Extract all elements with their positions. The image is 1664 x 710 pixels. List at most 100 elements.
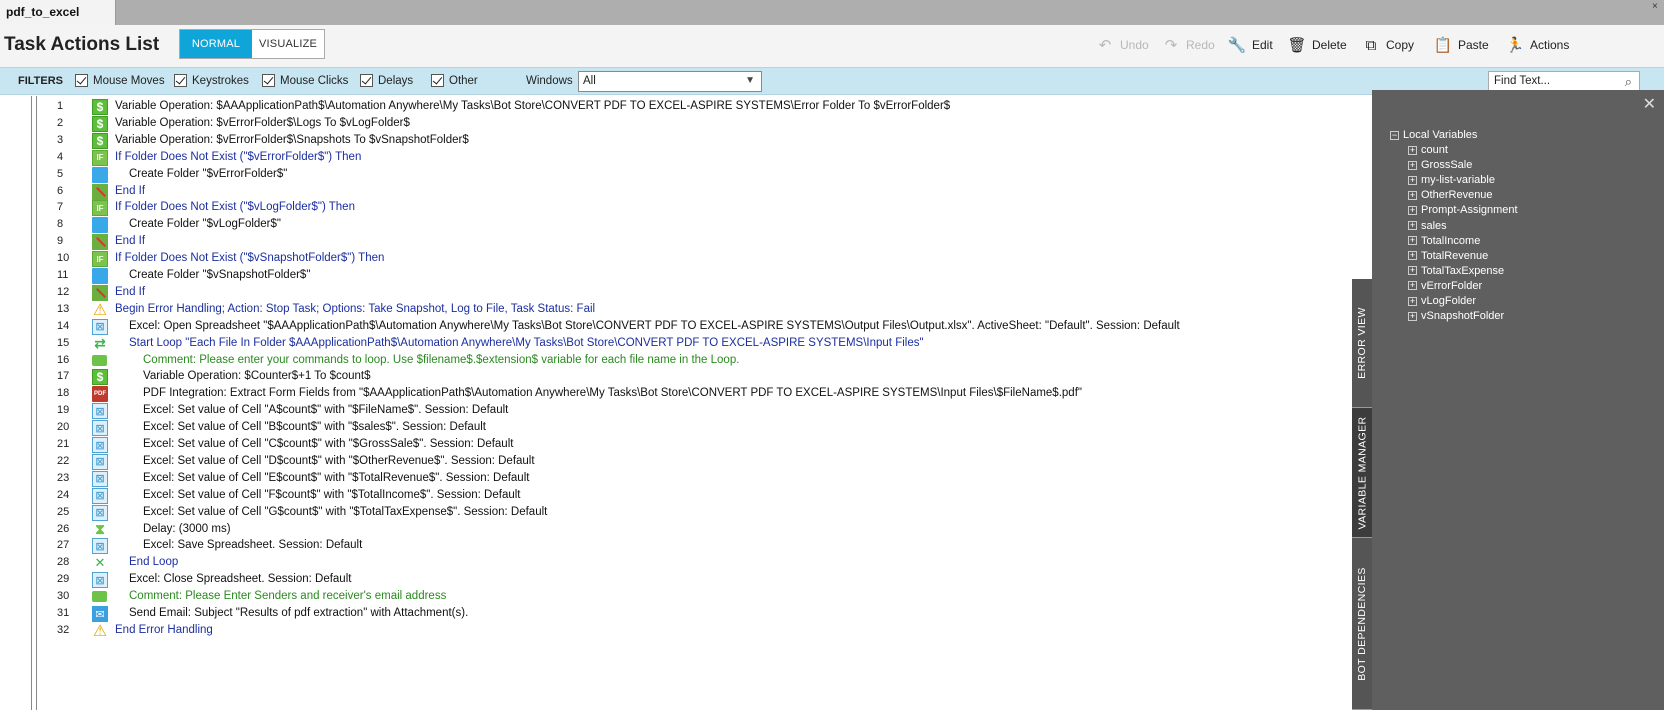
action-row[interactable]: 17 $ Variable Operation: $Counter$+1 To $c… — [0, 368, 1440, 386]
collapse-icon[interactable]: − — [1390, 130, 1399, 140]
filter-keystrokes[interactable]: Keystrokes — [174, 74, 249, 87]
variable-node[interactable]: + vErrorFolder — [1408, 280, 1482, 292]
tab-label: pdf_to_excel — [6, 5, 80, 19]
close-tab-icon[interactable]: × — [1652, 1, 1658, 12]
filter-label: Delays — [378, 74, 414, 87]
action-row[interactable]: 13 ⚠ Begin Error Handling; Action: Stop Ta… — [0, 301, 1440, 319]
local-variables-node[interactable]: − Local Variables — [1390, 129, 1477, 141]
filter-other[interactable]: Other — [431, 74, 478, 87]
line-number: 5 — [57, 167, 64, 180]
action-text: Send Email: Subject "Results of pdf extr… — [129, 607, 469, 619]
action-row[interactable]: 19 ⊠ Excel: Set value of Cell "A$count$" w… — [0, 402, 1440, 420]
normal-mode-button[interactable]: NORMAL — [180, 30, 252, 58]
action-text: Comment: Please Enter Senders and receiv… — [129, 590, 447, 603]
action-row[interactable]: 15 ⇄ Start Loop "Each File In Folder $AAAp… — [0, 335, 1440, 353]
action-row[interactable]: 25 ⊠ Excel: Set value of Cell "G$count$" w… — [0, 504, 1440, 522]
filter-delays[interactable]: Delays — [360, 74, 413, 87]
action-row[interactable]: 11 Create Folder "$vSnapshotFolder$" — [0, 267, 1440, 285]
expand-icon[interactable]: + — [1408, 190, 1417, 200]
action-row[interactable]: 21 ⊠ Excel: Set value of Cell "C$count$" w… — [0, 436, 1440, 454]
expand-icon[interactable]: + — [1408, 205, 1417, 215]
action-row[interactable]: 3 $ Variable Operation: $vErrorFolder$\Sna… — [0, 132, 1440, 150]
action-row[interactable]: 23 ⊠ Excel: Set value of Cell "E$count$" w… — [0, 470, 1440, 488]
tab-variable-manager[interactable]: VARIABLE MANAGER — [1352, 408, 1372, 538]
action-row[interactable]: 6 End If — [0, 183, 1440, 201]
action-text: Variable Operation: $Counter$+1 To $coun… — [143, 370, 371, 383]
action-row[interactable]: 32 ⚠ End Error Handling — [0, 622, 1440, 640]
variable-node[interactable]: + GrossSale — [1408, 159, 1472, 171]
action-row[interactable]: 18 PDF PDF Integration: Extract Form Field… — [0, 385, 1440, 403]
line-number: 26 — [57, 522, 70, 535]
warning-icon: ⚠ — [92, 301, 108, 319]
variable-node[interactable]: + OtherRevenue — [1408, 189, 1493, 201]
action-row[interactable]: 10 IF If Folder Does Not Exist ("$vSnapsho… — [0, 250, 1440, 268]
action-row[interactable]: 12 End If — [0, 284, 1440, 302]
find-text-input[interactable]: Find Text... ⌕ — [1488, 71, 1640, 92]
action-row[interactable]: 8 Create Folder "$vLogFolder$" — [0, 216, 1440, 234]
redo-button[interactable]: ↷ Redo — [1162, 37, 1215, 54]
variable-node[interactable]: + Prompt-Assignment — [1408, 204, 1518, 216]
variable-node[interactable]: + TotalTaxExpense — [1408, 265, 1504, 277]
expand-icon[interactable]: + — [1408, 175, 1417, 185]
action-row[interactable]: 31 ✉ Send Email: Subject "Results of pdf e… — [0, 605, 1440, 623]
action-text: PDF Integration: Extract Form Fields fro… — [143, 387, 1082, 400]
action-text: If Folder Does Not Exist ("$vErrorFolder… — [115, 150, 362, 163]
visualize-mode-button[interactable]: VISUALIZE — [252, 30, 324, 58]
end-if-icon — [92, 183, 108, 200]
action-row[interactable]: 14 ⊠ Excel: Open Spreadsheet "$AAApplicati… — [0, 318, 1440, 336]
undo-button[interactable]: ↶ Undo — [1096, 37, 1149, 54]
end-if-icon — [92, 234, 108, 251]
action-row[interactable]: 22 ⊠ Excel: Set value of Cell "D$count$" w… — [0, 453, 1440, 471]
line-number: 23 — [57, 471, 70, 484]
tab-error-view[interactable]: ERROR VIEW — [1352, 279, 1372, 408]
action-row[interactable]: 16 Comment: Please enter your commands to… — [0, 352, 1440, 370]
variable-node[interactable]: + sales — [1408, 220, 1447, 232]
variable-label: GrossSale — [1421, 159, 1473, 172]
action-row[interactable]: 7 IF If Folder Does Not Exist ("$vLogFolde… — [0, 199, 1440, 217]
close-icon[interactable]: ✕ — [1643, 94, 1656, 114]
side-tab-label: VARIABLE MANAGER — [1356, 416, 1369, 529]
action-row[interactable]: 28 ✕ End Loop — [0, 554, 1440, 572]
copy-button[interactable]: ⧉ Copy — [1362, 37, 1414, 54]
find-text-placeholder: Find Text... — [1494, 75, 1551, 87]
action-row[interactable]: 4 IF If Folder Does Not Exist ("$vErrorFol… — [0, 149, 1440, 167]
action-row[interactable]: 30 Comment: Please Enter Senders and rece… — [0, 588, 1440, 606]
delete-button[interactable]: 🗑 Delete — [1287, 37, 1346, 54]
title-bar: Task Actions List NORMAL VISUALIZE ↶ Und… — [0, 25, 1664, 67]
action-row[interactable]: 29 ⊠ Excel: Close Spreadsheet. Session: De… — [0, 571, 1440, 589]
expand-icon[interactable]: + — [1408, 236, 1417, 246]
expand-icon[interactable]: + — [1408, 311, 1417, 321]
variable-node[interactable]: + count — [1408, 144, 1448, 156]
expand-icon[interactable]: + — [1408, 296, 1417, 306]
folder-icon — [92, 166, 108, 183]
variable-node[interactable]: + TotalIncome — [1408, 235, 1480, 247]
tab-pdf-to-excel[interactable]: pdf_to_excel — [0, 0, 116, 25]
action-row[interactable]: 2 $ Variable Operation: $vErrorFolder$\Log… — [0, 115, 1440, 133]
action-row[interactable]: 27 ⊠ Excel: Save Spreadsheet. Session: Def… — [0, 537, 1440, 555]
expand-icon[interactable]: + — [1408, 266, 1417, 276]
expand-icon[interactable]: + — [1408, 281, 1417, 291]
expand-icon[interactable]: + — [1408, 251, 1417, 261]
tab-bot-dependencies[interactable]: BOT DEPENDENCIES — [1352, 538, 1372, 710]
action-text: End If — [115, 285, 146, 298]
action-row[interactable]: 26 ⧗ Delay: (3000 ms) — [0, 521, 1440, 539]
action-row[interactable]: 1 $ Variable Operation: $AAApplicationPath… — [0, 98, 1440, 116]
windows-select[interactable]: All ▼ — [578, 71, 762, 92]
expand-icon[interactable]: + — [1408, 221, 1417, 230]
expand-icon[interactable]: + — [1408, 145, 1417, 155]
filter-mouse-moves[interactable]: Mouse Moves — [75, 74, 165, 87]
variable-node[interactable]: + vLogFolder — [1408, 295, 1476, 307]
filter-mouse-clicks[interactable]: Mouse Clicks — [262, 74, 348, 87]
variable-node[interactable]: + TotalRevenue — [1408, 250, 1488, 262]
edit-button[interactable]: 🔧 Edit — [1228, 37, 1273, 54]
action-row[interactable]: 9 End If — [0, 233, 1440, 251]
action-row[interactable]: 5 Create Folder "$vErrorFolder$" — [0, 166, 1440, 184]
expand-icon[interactable]: + — [1408, 160, 1417, 170]
variable-node[interactable]: + vSnapshotFolder — [1408, 310, 1504, 322]
paste-button[interactable]: 📋 Paste — [1434, 37, 1489, 54]
side-tab-label: BOT DEPENDENCIES — [1356, 566, 1369, 681]
action-row[interactable]: 24 ⊠ Excel: Set value of Cell "F$count$" w… — [0, 487, 1440, 505]
variable-node[interactable]: + my-list-variable — [1408, 174, 1495, 186]
actions-button[interactable]: 🏃 Actions — [1506, 37, 1570, 54]
action-row[interactable]: 20 ⊠ Excel: Set value of Cell "B$count$" w… — [0, 419, 1440, 437]
